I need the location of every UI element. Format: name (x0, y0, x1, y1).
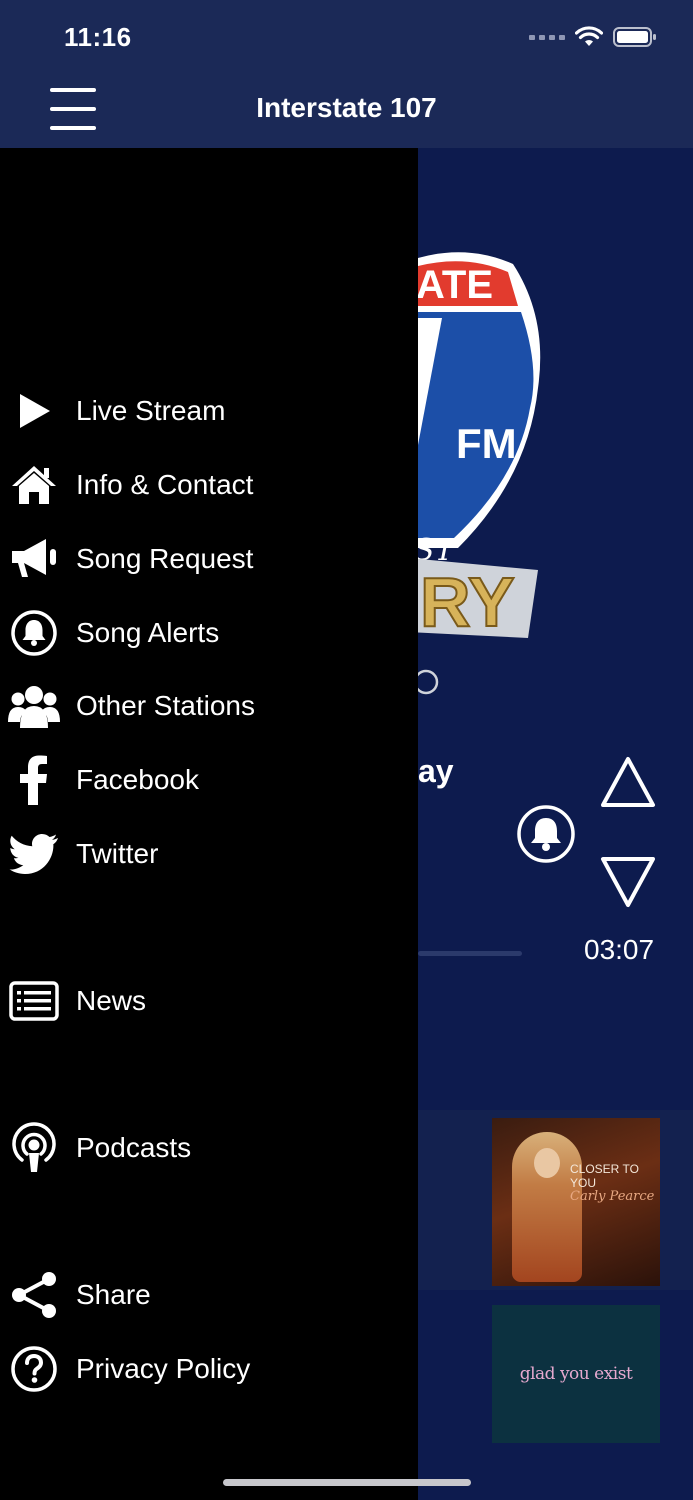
menu-item-news[interactable]: News (0, 969, 418, 1033)
station-logo: ATE FM ST RY (418, 248, 558, 695)
bell-icon (8, 607, 60, 659)
menu-item-song-alerts[interactable]: Song Alerts (0, 601, 418, 665)
page-title: Interstate 107 (256, 92, 437, 123)
album-cover: glad you exist (492, 1305, 660, 1443)
menu-item-song-request[interactable]: Song Request (0, 527, 418, 591)
menu-item-label: Live Stream (76, 395, 226, 426)
status-icons (529, 26, 657, 48)
cover-artist: Carly Pearce (570, 1189, 655, 1204)
group-icon (8, 680, 60, 732)
menu-item-label: Twitter (76, 838, 159, 869)
menu-item-label: Other Stations (76, 690, 255, 721)
player-screen: ATE FM ST RY ay 03:07 CLOSER TO YOU Carl… (418, 148, 693, 1500)
menu-item-label: Share (76, 1279, 151, 1310)
menu-item-info-contact[interactable]: Info & Contact (0, 453, 418, 517)
megaphone-icon (8, 533, 60, 585)
menu-item-label: News (76, 985, 147, 1016)
cover-title: glad you exist (519, 1364, 633, 1384)
menu-item-facebook[interactable]: Facebook (0, 748, 418, 812)
play-icon (8, 385, 60, 437)
home-icon (8, 459, 60, 511)
time-remaining: 03:07 (584, 934, 655, 965)
bell-icon (517, 805, 575, 863)
menu-item-label: Privacy Policy (76, 1353, 251, 1384)
facebook-icon (8, 754, 60, 806)
menu-item-podcasts[interactable]: Podcasts (0, 1116, 418, 1180)
menu-item-share[interactable]: Share (0, 1263, 418, 1327)
menu-item-privacy-policy[interactable]: Privacy Policy (0, 1337, 418, 1401)
menu-item-twitter[interactable]: Twitter (0, 822, 418, 886)
menu-item-label: Podcasts (76, 1132, 192, 1163)
battery-icon (613, 27, 656, 47)
registered-mark-icon (418, 669, 439, 695)
menu-item-label: Song Alerts (76, 617, 220, 648)
wifi-icon (575, 26, 603, 46)
thumbs-down-button[interactable] (600, 854, 656, 915)
menu-item-label: Facebook (76, 764, 199, 795)
menu-item-other-stations[interactable]: Other Stations (0, 674, 418, 738)
triangle-down-icon (601, 857, 655, 907)
triangle-up-icon (601, 757, 655, 807)
song-alert-button[interactable] (516, 804, 576, 864)
cover-title: CLOSER TO YOU (570, 1162, 639, 1190)
svg-text:FM: FM (456, 420, 517, 467)
song-title: ay (418, 753, 454, 789)
progress-bar[interactable] (418, 951, 522, 956)
thumbs-up-button[interactable] (600, 754, 656, 815)
status-time: 11:16 (64, 22, 132, 52)
top-bar: 11:16 Interstate 107 (0, 0, 693, 148)
twitter-icon (8, 828, 60, 880)
podcast-icon (8, 1122, 60, 1174)
svg-text:RY: RY (420, 563, 515, 641)
share-icon (8, 1269, 60, 1321)
side-drawer: Live Stream Info & Contact Song Request (0, 148, 418, 1500)
news-icon (8, 975, 60, 1027)
recent-song-row[interactable]: CLOSER TO YOU Carly Pearce (418, 1110, 693, 1290)
menu-item-label: Song Request (76, 543, 254, 574)
help-icon (8, 1343, 60, 1395)
menu-item-live-stream[interactable]: Live Stream (0, 379, 418, 443)
cellular-signal-icon (529, 34, 565, 40)
svg-text:ATE: ATE (418, 263, 493, 307)
home-indicator[interactable] (223, 1479, 471, 1486)
album-cover: CLOSER TO YOU Carly Pearce (492, 1118, 660, 1286)
menu-item-label: Info & Contact (76, 469, 254, 500)
recent-song-row[interactable]: glad you exist (418, 1295, 693, 1455)
